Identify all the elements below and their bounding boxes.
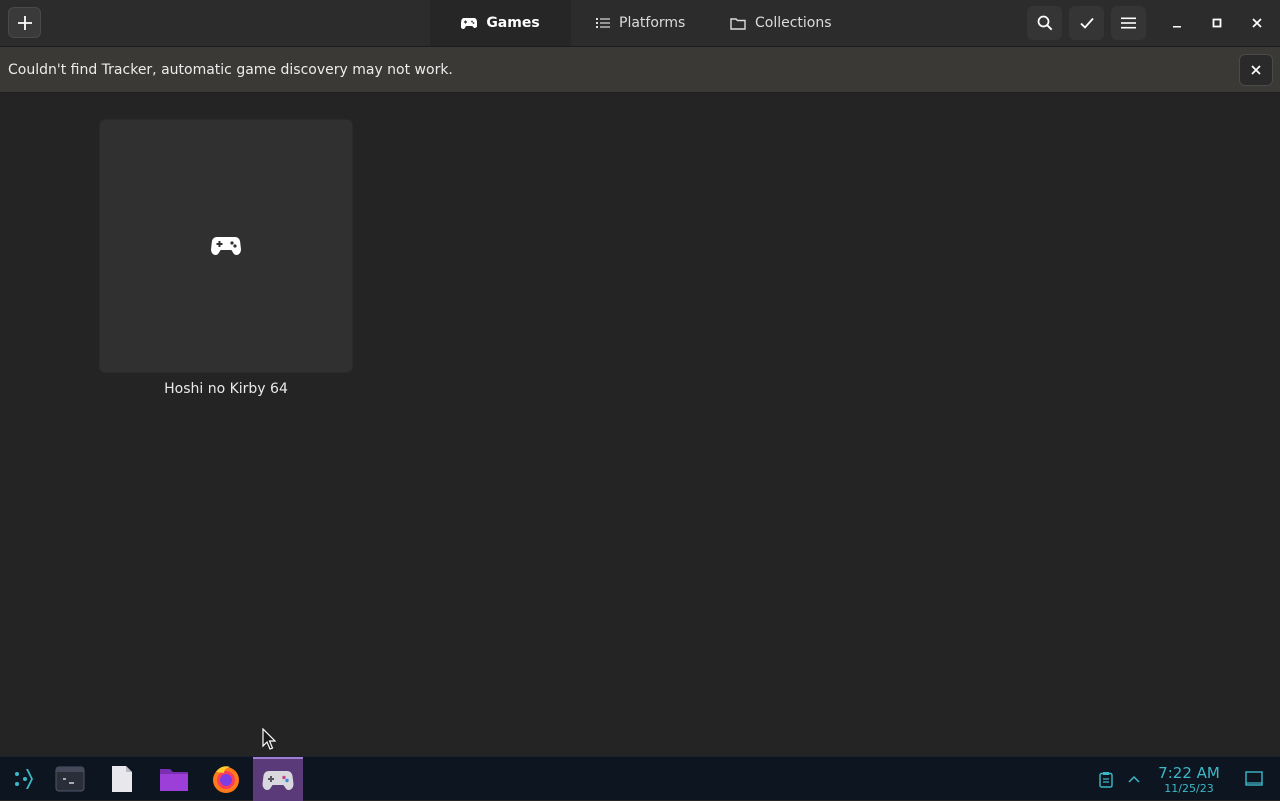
search-button[interactable] (1027, 6, 1062, 40)
hamburger-menu-icon (1121, 17, 1136, 29)
plus-icon (17, 15, 32, 30)
select-button[interactable] (1069, 6, 1104, 40)
tab-collections-label: Collections (755, 15, 832, 31)
gamepad-icon (211, 237, 241, 255)
show-hidden-icons-button[interactable] (1124, 757, 1144, 801)
game-card[interactable] (99, 119, 353, 373)
taskbar-item-games[interactable] (253, 757, 303, 801)
mouse-pointer-icon (262, 728, 276, 750)
infobar-message: Couldn't find Tracker, automatic game di… (8, 62, 453, 78)
close-window-button[interactable] (1245, 11, 1269, 35)
folder-icon (730, 17, 746, 30)
tab-collections[interactable]: Collections (730, 0, 832, 46)
clipboard-tray-button[interactable] (1094, 757, 1118, 801)
clock-date: 11/25/23 (1164, 782, 1214, 795)
taskbar: 7:22 AM 11/25/23 (0, 756, 1280, 801)
chevron-up-icon (1128, 775, 1140, 783)
game-title: Hoshi no Kirby 64 (164, 381, 288, 397)
tracker-warning-infobar: Couldn't find Tracker, automatic game di… (0, 47, 1280, 93)
app-launcher-button[interactable] (0, 757, 50, 801)
maximize-icon (1212, 18, 1222, 28)
taskbar-item-terminal[interactable] (45, 757, 95, 801)
close-icon (1252, 18, 1262, 28)
digital-clock[interactable]: 7:22 AM 11/25/23 (1150, 764, 1228, 796)
launcher-icon (15, 769, 33, 789)
main-menu-button[interactable] (1111, 6, 1146, 40)
firefox-icon (213, 766, 239, 793)
list-icon (596, 18, 610, 28)
tab-platforms[interactable]: Platforms (596, 0, 685, 46)
tab-games[interactable]: Games (430, 0, 571, 46)
gamepad-icon (461, 18, 478, 29)
search-icon (1037, 15, 1052, 31)
clipboard-icon (1099, 771, 1113, 788)
minimize-icon (1173, 26, 1181, 28)
show-desktop-button[interactable] (1242, 757, 1266, 801)
tab-games-label: Games (486, 15, 540, 31)
taskbar-item-firefox[interactable] (201, 757, 251, 801)
add-game-button[interactable] (8, 7, 41, 38)
folder-icon (160, 769, 188, 791)
clock-time: 7:22 AM (1158, 764, 1220, 782)
headerbar: Games Platforms Collections (0, 0, 1280, 47)
gamepad-icon (262, 771, 294, 790)
checkmark-icon (1079, 17, 1094, 29)
minimize-button[interactable] (1165, 11, 1189, 35)
terminal-icon (55, 766, 85, 792)
desktop-icon (1245, 771, 1263, 786)
maximize-button[interactable] (1205, 11, 1229, 35)
close-icon (1251, 65, 1261, 75)
taskbar-item-text-editor[interactable] (97, 757, 147, 801)
dismiss-infobar-button[interactable] (1239, 54, 1273, 86)
tab-platforms-label: Platforms (619, 15, 686, 31)
taskbar-item-file-manager[interactable] (149, 757, 199, 801)
document-icon (112, 766, 132, 792)
